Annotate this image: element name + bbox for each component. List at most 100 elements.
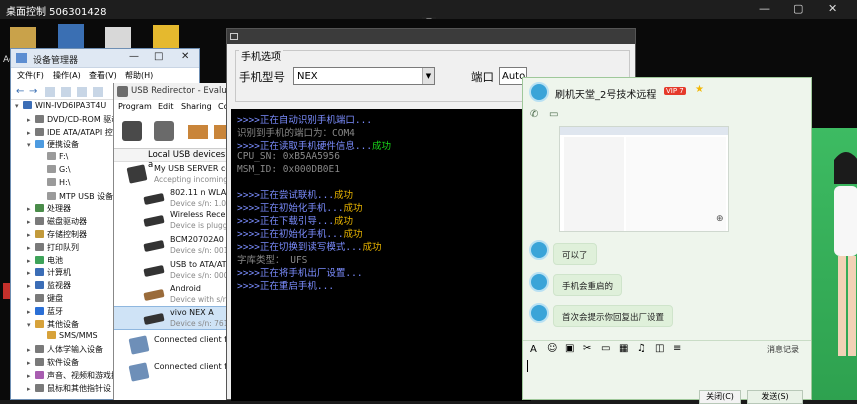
device-tree-item[interactable]: F:\ bbox=[39, 152, 68, 164]
expand-arrow-icon[interactable]: ▾ bbox=[15, 102, 23, 110]
expand-arrow-icon[interactable]: ▸ bbox=[27, 269, 35, 277]
device-tree-item[interactable]: MTP USB 设备 bbox=[39, 191, 113, 203]
forward-arrow-icon[interactable]: → bbox=[29, 86, 37, 97]
device-tree-item[interactable]: ▸ 电池 bbox=[27, 255, 63, 267]
add-server-icon[interactable] bbox=[188, 125, 208, 139]
device-status: Accepting incoming bbox=[154, 175, 228, 184]
device-name: My USB SERVER co bbox=[154, 164, 231, 173]
device-tree-item[interactable]: ▸ 存储控制器 bbox=[27, 229, 87, 241]
message-history-link[interactable]: 消息记录 bbox=[767, 344, 799, 355]
maximize-icon[interactable]: ▢ bbox=[793, 2, 803, 15]
menu-help[interactable]: 帮助(H) bbox=[125, 70, 153, 81]
expand-arrow-icon[interactable]: ▸ bbox=[27, 282, 35, 290]
usb-device-item[interactable]: USB to ATA/ATA Device s/n: 000 bbox=[114, 259, 231, 283]
expand-arrow-icon[interactable]: ▸ bbox=[27, 205, 35, 213]
device-tree-item[interactable]: ▸ 声音、视频和游戏控 bbox=[27, 370, 119, 382]
device-tree-item[interactable]: ▸ 处理器 bbox=[27, 203, 71, 215]
usb-server-item[interactable]: My USB SERVER co Accepting incoming bbox=[114, 163, 231, 187]
menu-edit[interactable]: Edit bbox=[158, 102, 174, 111]
chat-window: 刷机天堂_2号技术远程 VIP 7 ★ ✆ ▭ ⊕ 可以了 手机会重启的 首次会… bbox=[522, 77, 812, 404]
expand-arrow-icon[interactable]: ▸ bbox=[27, 308, 35, 316]
device-tree-item[interactable]: ▾ 其他设备 bbox=[27, 319, 79, 331]
send-button[interactable]: 发送(S) bbox=[747, 390, 803, 404]
emoji-icon[interactable]: ☺ bbox=[547, 343, 557, 354]
device-tree-item[interactable]: ▸ 蓝牙 bbox=[27, 306, 63, 318]
more-icon[interactable]: ≡ bbox=[673, 343, 681, 354]
connected-client-item[interactable]: Connected client fro bbox=[114, 361, 235, 385]
expand-arrow-icon[interactable]: ▸ bbox=[27, 218, 35, 226]
device-tree-item[interactable]: ▸ 键盘 bbox=[27, 293, 63, 305]
shared-screenshot-image[interactable] bbox=[559, 126, 729, 232]
menu-sharing[interactable]: Sharing bbox=[181, 102, 212, 111]
expand-arrow-icon[interactable]: ▾ bbox=[27, 141, 35, 149]
share-device-icon[interactable] bbox=[122, 121, 142, 141]
phone-call-icon[interactable]: ✆ bbox=[530, 109, 538, 120]
desktop-shortcut-icon[interactable] bbox=[153, 25, 179, 49]
help-icon[interactable] bbox=[61, 87, 71, 97]
usb-device-item[interactable]: 802.11 n WLAN Device s/n: 1.0 bbox=[114, 187, 233, 211]
device-tree-item[interactable]: ▸ 人体学输入设备 bbox=[27, 344, 103, 356]
scan-icon[interactable] bbox=[77, 87, 87, 97]
scissors-icon[interactable]: ✂ bbox=[583, 343, 591, 354]
gif-icon[interactable]: ▣ bbox=[565, 343, 574, 354]
restore-icon[interactable] bbox=[230, 33, 238, 40]
close-button[interactable]: 关闭(C) bbox=[699, 390, 741, 404]
monitor-icon[interactable] bbox=[93, 87, 103, 97]
shake-icon[interactable]: ◫ bbox=[655, 343, 664, 354]
device-name: 802.11 n WLAN bbox=[170, 188, 233, 197]
desktop-shortcut-icon[interactable] bbox=[58, 24, 84, 48]
chevron-down-icon[interactable]: ▼ bbox=[422, 68, 434, 84]
usb-device-item[interactable]: Android Device with s/n bbox=[114, 283, 231, 307]
zoom-icon[interactable]: ⊕ bbox=[716, 214, 724, 224]
device-tree-item[interactable]: H:\ bbox=[39, 177, 70, 190]
device-tree-item[interactable]: ▾ WIN-IVD6IPA3T4U bbox=[15, 101, 106, 113]
message-input[interactable] bbox=[523, 358, 811, 388]
device-tree-item[interactable]: ▸ 打印队列 bbox=[27, 242, 79, 254]
unshare-device-icon[interactable] bbox=[154, 121, 174, 141]
device-tree-item[interactable]: ▸ 计算机 bbox=[27, 267, 71, 279]
expand-arrow-icon[interactable]: ▾ bbox=[27, 321, 35, 329]
menu-program[interactable]: Program bbox=[118, 102, 152, 111]
folder-icon[interactable]: ▭ bbox=[601, 343, 610, 354]
device-tree-item[interactable]: ▾ 便携设备 bbox=[27, 139, 79, 151]
usb-device-item[interactable]: BCM20702A0 Device s/n: 001 bbox=[114, 234, 231, 258]
usb-device-item[interactable]: Wireless Receiv Device is plugge bbox=[114, 209, 233, 233]
expand-arrow-icon[interactable]: ▸ bbox=[27, 231, 35, 239]
menu-action[interactable]: 操作(A) bbox=[53, 70, 81, 81]
minimize-icon[interactable]: — bbox=[759, 2, 770, 15]
device-name: BCM20702A0 bbox=[170, 235, 224, 244]
usb-device-item[interactable]: vivo NEX A Device s/n: 761 bbox=[114, 306, 231, 330]
device-tree-item[interactable]: ▸ 鼠标和其他指针设 bbox=[27, 383, 111, 395]
font-icon[interactable]: A bbox=[530, 344, 537, 355]
expand-arrow-icon[interactable]: ▸ bbox=[27, 295, 35, 303]
image-icon[interactable]: ▦ bbox=[619, 343, 628, 354]
device-tree-item[interactable]: ▸ IDE ATA/ATAPI 控 bbox=[27, 127, 113, 139]
phone-model-select[interactable]: NEX ▼ bbox=[293, 67, 435, 85]
maximize-icon[interactable]: □ bbox=[154, 51, 163, 62]
expand-arrow-icon[interactable]: ▸ bbox=[27, 359, 35, 367]
expand-arrow-icon[interactable]: ▸ bbox=[27, 244, 35, 252]
device-manager-titlebar: 设备管理器 — □ ✕ bbox=[11, 49, 199, 68]
device-tree-item[interactable]: SMS/MMS bbox=[39, 331, 98, 343]
close-icon[interactable]: ✕ bbox=[828, 2, 837, 15]
device-tree-item[interactable]: G:\ bbox=[39, 165, 71, 177]
device-status: Device is plugge bbox=[170, 221, 233, 230]
expand-arrow-icon[interactable]: ▸ bbox=[27, 116, 35, 124]
menu-view[interactable]: 查看(V) bbox=[89, 70, 117, 81]
expand-arrow-icon[interactable]: ▸ bbox=[27, 346, 35, 354]
expand-arrow-icon[interactable]: ▸ bbox=[27, 385, 35, 393]
properties-icon[interactable] bbox=[45, 87, 55, 97]
device-tree-item[interactable]: ▸ 软件设备 bbox=[27, 357, 79, 369]
expand-arrow-icon[interactable]: ▸ bbox=[27, 257, 35, 265]
device-tree-item[interactable]: ▸ 磁盘驱动器 bbox=[27, 216, 87, 228]
expand-arrow-icon[interactable]: ▸ bbox=[27, 129, 35, 137]
connected-client-item[interactable]: Connected client fro bbox=[114, 334, 235, 358]
device-tree-item[interactable]: ▸ 监视器 bbox=[27, 280, 71, 292]
music-icon[interactable]: ♫ bbox=[637, 343, 646, 354]
expand-arrow-icon[interactable]: ▸ bbox=[27, 372, 35, 380]
minimize-icon[interactable]: — bbox=[129, 51, 139, 62]
close-icon[interactable]: ✕ bbox=[181, 51, 189, 62]
back-arrow-icon[interactable]: ← bbox=[16, 86, 24, 97]
menu-file[interactable]: 文件(F) bbox=[17, 70, 44, 81]
video-call-icon[interactable]: ▭ bbox=[549, 109, 558, 120]
